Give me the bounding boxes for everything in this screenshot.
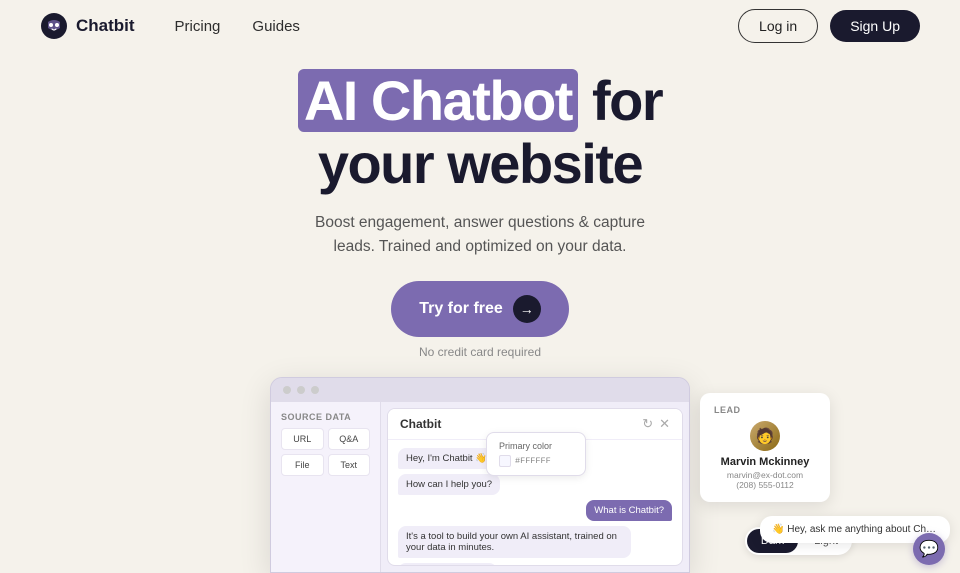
color-panel: Primary color #FFFFFF [486,432,586,476]
hero-section: AI Chatbot for your website Boost engage… [0,52,960,359]
lead-avatar: 🧑 [750,421,780,451]
chat-header-title: Chatbit [400,417,441,431]
chat-msg-2: How can I help you? [398,474,500,495]
chat-msg-3: It's a tool to build your own AI assista… [398,526,631,558]
logo[interactable]: Chatbit [40,12,135,40]
chat-icon-circle[interactable]: 💬 [913,533,945,565]
lead-card-label: Lead [714,405,816,415]
hero-title-line2: your website [318,132,642,195]
source-panel: Source data URL Q&A File Text [271,402,381,572]
logo-icon [40,12,68,40]
try-free-label: Try for free [419,300,503,318]
color-swatch-row: #FFFFFF [499,455,573,467]
hero-title: AI Chatbot for your website [298,70,662,195]
chat-msg-user: What is Chatbit? [586,500,672,521]
chat-header-icons: ↻ ✕ [642,416,670,432]
browser-window: Source data URL Q&A File Text Primary co… [270,377,690,573]
source-cell-qa: Q&A [328,428,371,450]
chat-circle-icon: 💬 [919,539,939,559]
try-free-button[interactable]: Try for free → [391,281,569,337]
source-grid: URL Q&A File Text [281,428,370,476]
lead-phone: (208) 555-0112 [714,480,816,490]
browser-bar [271,378,689,402]
source-cell-url: URL [281,428,324,450]
lead-card: Lead 🧑 Marvin Mckinney marvin@ex-dot.com… [700,393,830,502]
source-label: Source data [281,412,370,422]
browser-content: Source data URL Q&A File Text Primary co… [271,402,689,572]
login-button[interactable]: Log in [738,9,818,43]
color-swatch [499,455,511,467]
hero-subtitle: Boost engagement, answer questions & cap… [300,211,660,259]
lead-email: marvin@ex-dot.com [714,470,816,480]
browser-dot-2 [297,386,305,394]
color-panel-label: Primary color [499,441,573,451]
source-cell-file: File [281,454,324,476]
browser-dot-3 [311,386,319,394]
nav-link-pricing[interactable]: Pricing [175,18,221,35]
logo-text: Chatbit [76,16,135,36]
refresh-icon: ↻ [642,416,653,432]
close-icon: ✕ [659,416,670,432]
no-credit-card-text: No credit card required [419,345,541,359]
chat-msg-1: Hey, I'm Chatbit 👋 [398,448,495,469]
browser-dot-1 [283,386,291,394]
source-cell-text: Text [328,454,371,476]
mockup-area: Source data URL Q&A File Text Primary co… [0,377,960,573]
hero-title-highlight: AI Chatbot [298,69,578,132]
chat-msg-4: No coding required. [398,563,497,565]
lead-name: Marvin Mckinney [714,456,816,468]
color-value: #FFFFFF [515,456,551,466]
arrow-icon: → [513,295,541,323]
nav-link-guides[interactable]: Guides [252,18,300,35]
signup-button[interactable]: Sign Up [830,10,920,42]
